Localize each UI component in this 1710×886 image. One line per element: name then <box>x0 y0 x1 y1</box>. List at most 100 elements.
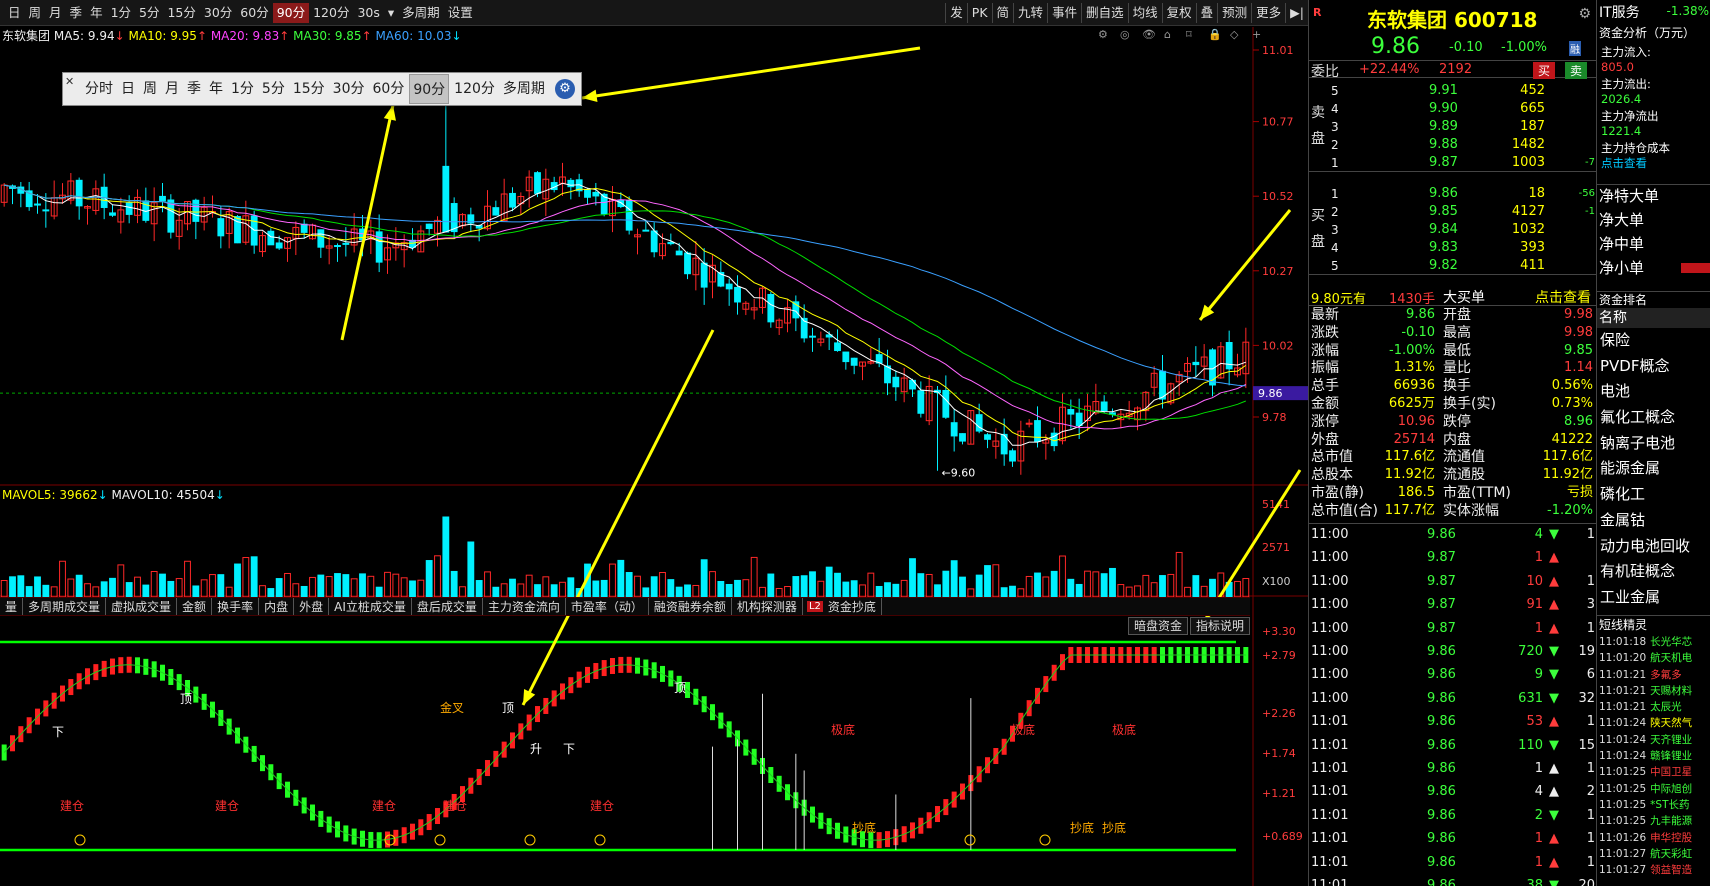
concept-item[interactable]: 磷化工 <box>1597 482 1710 508</box>
sidebar-toggle-icon[interactable]: ▶| <box>1285 3 1308 23</box>
indicator-tab-8[interactable]: 盘后成交量 <box>412 598 483 615</box>
toolbar-period-6[interactable]: 5分 <box>135 3 163 23</box>
indicator-tab-12[interactable]: 机构探测器 <box>732 598 803 615</box>
toolbar-tool-10[interactable]: 更多 <box>1251 3 1285 23</box>
concept-item[interactable]: 钠离子电池 <box>1597 431 1710 457</box>
fund-cost-link[interactable]: 点击查看 <box>1601 155 1647 171</box>
indicator-tab-2[interactable]: 虚拟成交量 <box>106 598 178 615</box>
popup-period-10[interactable]: 60分 <box>370 74 408 104</box>
lower-button-1[interactable]: 指标说明 <box>1190 617 1251 635</box>
toolbar-period-2[interactable]: 月 <box>45 3 66 23</box>
chart-tool-icon[interactable]: ◎ <box>1120 28 1130 41</box>
close-icon[interactable]: ✕ <box>65 75 74 88</box>
toolbar-tool-5[interactable]: 删自选 <box>1081 3 1128 23</box>
toolbar-tool-9[interactable]: 预测 <box>1217 3 1251 23</box>
chart-tool-icon[interactable]: ⌂ <box>1164 28 1171 41</box>
chart-tool-icon[interactable]: ◇ <box>1230 28 1239 41</box>
indicator-tab-10[interactable]: 市盈率（动） <box>566 598 649 615</box>
kline-chart[interactable]: 11.0110.7710.5210.2710.029.789.86←10.88←… <box>0 27 1308 886</box>
toolbar-tool-0[interactable]: 发 <box>945 3 967 23</box>
elf-item[interactable]: 11:01:21 天赐材料 <box>1597 683 1710 699</box>
toolbar-period-5[interactable]: 1分 <box>107 3 135 23</box>
popup-period-2[interactable]: 周 <box>140 74 160 104</box>
indicator-tab-3[interactable]: 金额 <box>177 598 213 615</box>
popup-period-4[interactable]: 季 <box>184 74 204 104</box>
chart-tool-icon[interactable]: 👁 <box>1142 28 1156 41</box>
sell-button[interactable]: 卖 <box>1565 62 1588 79</box>
concept-item[interactable]: 有机硅概念 <box>1597 559 1710 585</box>
concept-item[interactable]: 金属钴 <box>1597 508 1710 534</box>
toolbar-tool-3[interactable]: 九转 <box>1013 3 1047 23</box>
elf-item[interactable]: 11:01:27 领益智造 <box>1597 862 1710 878</box>
toolbar-period-4[interactable]: 年 <box>86 3 107 23</box>
elf-item[interactable]: 11:01:25 九丰能源 <box>1597 813 1710 829</box>
toolbar-period-8[interactable]: 30分 <box>200 3 236 23</box>
toolbar-tool-6[interactable]: 均线 <box>1127 3 1162 23</box>
chart-tool-icon[interactable]: ⌑ <box>1186 28 1192 41</box>
elf-item[interactable]: 11:01:25 *ST长药 <box>1597 797 1710 813</box>
sector-name[interactable]: IT服务 <box>1599 2 1640 22</box>
toolbar-period-7[interactable]: 15分 <box>163 3 199 23</box>
indicator-tab-11[interactable]: 融资融券余额 <box>649 598 732 615</box>
elf-item[interactable]: 11:01:25 中国卫星 <box>1597 764 1710 780</box>
concept-item[interactable]: 工业金属 <box>1597 585 1710 611</box>
elf-item[interactable]: 11:01:24 赣锋锂业 <box>1597 748 1710 764</box>
lower-button-0[interactable]: 暗盘资金 <box>1128 617 1189 635</box>
popup-period-1[interactable]: 日 <box>118 74 138 104</box>
toolbar-tool-1[interactable]: PK <box>966 3 992 23</box>
toolbar-period-11[interactable]: 120分 <box>309 3 353 23</box>
toolbar-tool-2[interactable]: 简 <box>991 3 1014 23</box>
chart-tool-icon[interactable]: 🔒 <box>1208 28 1222 41</box>
toolbar-period-14[interactable]: 设置 <box>444 3 477 23</box>
chart-tool-icon[interactable]: ⚙ <box>1098 28 1108 41</box>
popup-period-13[interactable]: 多周期 <box>500 74 548 104</box>
toolbar-tool-4[interactable]: 事件 <box>1047 3 1081 23</box>
toolbar-period-13[interactable]: 多周期 <box>398 3 444 23</box>
concept-item[interactable]: 保险 <box>1597 328 1710 354</box>
elf-item[interactable]: 11:01:24 天齐锂业 <box>1597 732 1710 748</box>
concept-item[interactable]: 氟化工概念 <box>1597 405 1710 431</box>
indicator-tab-5[interactable]: 内盘 <box>259 598 295 615</box>
elf-item[interactable]: 11:01:21 太辰光 <box>1597 699 1710 715</box>
indicator-tab-4[interactable]: 换手率 <box>212 598 260 615</box>
popup-period-8[interactable]: 15分 <box>290 74 328 104</box>
period-popup[interactable]: ✕ 分时日周月季年 1分 5分 15分 30分 60分 90分 120分 多周期 ⚙ <box>62 72 582 106</box>
indicator-tab-7[interactable]: AI立桩成交量 <box>329 598 412 615</box>
indicator-tab-9[interactable]: 主力资金流向 <box>483 598 566 615</box>
popup-period-9[interactable]: 30分 <box>330 74 368 104</box>
concept-item[interactable]: 电池 <box>1597 379 1710 405</box>
toolbar-tool-7[interactable]: 复权 <box>1161 3 1196 23</box>
toolbar-period-10[interactable]: 90分 <box>272 2 310 23</box>
elf-item[interactable]: 11:01:27 航天彩虹 <box>1597 846 1710 862</box>
indicator-tab-6[interactable]: 外盘 <box>294 598 330 615</box>
elf-item[interactable]: 11:01:24 陕天然气 <box>1597 715 1710 731</box>
popup-period-3[interactable]: 月 <box>162 74 182 104</box>
buy-button[interactable]: 买 <box>1533 62 1556 79</box>
popup-period-7[interactable]: 5分 <box>259 74 288 104</box>
popup-period-11[interactable]: 90分 <box>409 74 450 104</box>
elf-item[interactable]: 11:01:26 申华控股 <box>1597 830 1710 846</box>
popup-period-0[interactable]: 分时 <box>82 74 116 104</box>
toolbar-period-1[interactable]: 周 <box>25 3 46 23</box>
toolbar-period-3[interactable]: 季 <box>66 3 87 23</box>
elf-item[interactable]: 11:01:25 中际旭创 <box>1597 781 1710 797</box>
indicator-tab-1[interactable]: 多周期成交量 <box>23 598 107 615</box>
concept-item[interactable]: 动力电池回收 <box>1597 534 1710 560</box>
concept-item[interactable]: 能源金属 <box>1597 456 1710 482</box>
popup-period-12[interactable]: 120分 <box>451 74 498 104</box>
popup-period-5[interactable]: 年 <box>206 74 226 104</box>
toolbar-period-12[interactable]: 30s <box>353 3 383 23</box>
big-order-link[interactable]: 点击查看 <box>1535 287 1591 307</box>
concept-item[interactable]: PVDF概念 <box>1597 354 1710 380</box>
elf-item[interactable]: 11:01:20 航天机电 <box>1597 650 1710 666</box>
dropdown-icon[interactable]: ▾ <box>384 3 398 23</box>
indicator-tab-13[interactable]: 资金抄底 <box>823 598 882 615</box>
elf-item[interactable]: 11:01:18 长光华芯 <box>1597 634 1710 650</box>
toolbar-period-9[interactable]: 60分 <box>236 3 272 23</box>
indicator-tab-0[interactable]: 量 <box>0 598 24 615</box>
popup-period-6[interactable]: 1分 <box>228 74 257 104</box>
gear-icon[interactable]: ⚙ <box>1578 6 1591 22</box>
toolbar-tool-8[interactable]: 叠 <box>1195 3 1218 23</box>
gear-icon[interactable]: ⚙ <box>554 79 575 99</box>
chart-tool-icon[interactable]: + <box>1252 28 1261 41</box>
